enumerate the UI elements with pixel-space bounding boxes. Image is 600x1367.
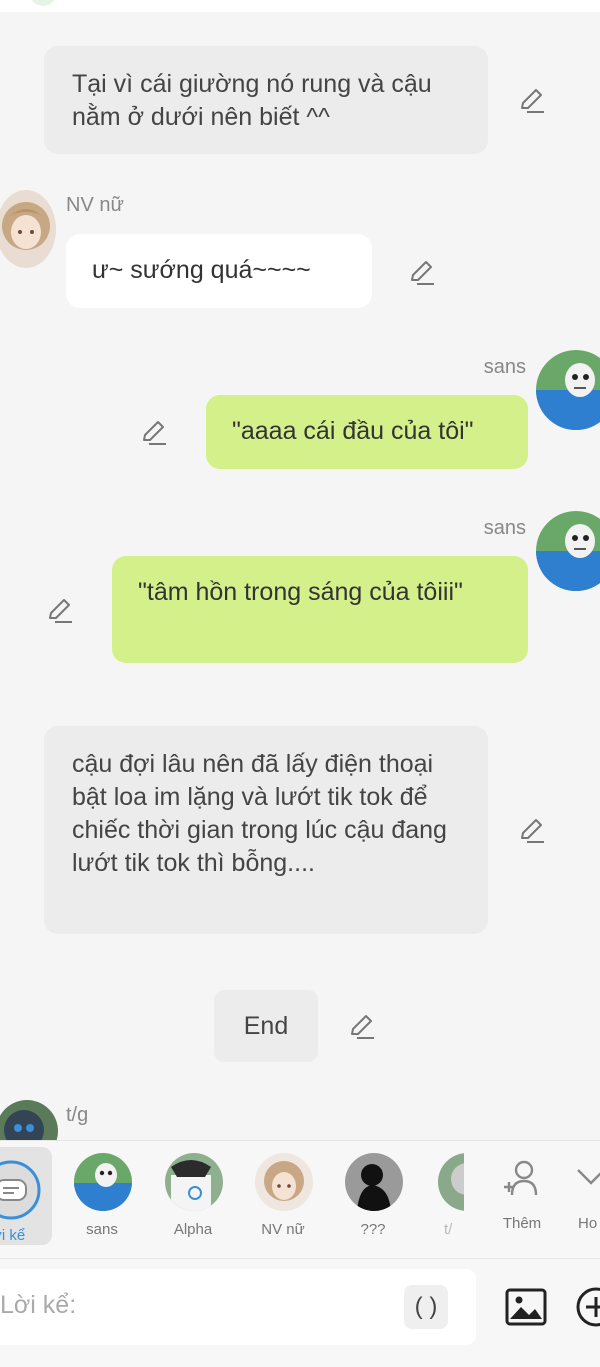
sans-avatar (74, 1153, 132, 1211)
character-bubble[interactable]: "aaaa cái đầu của tôi" (206, 395, 528, 469)
character-unknown[interactable]: ??? (333, 1141, 413, 1259)
character-bubble[interactable]: "tâm hồn trong sáng của tôiii" (112, 556, 528, 663)
character-label: ??? (360, 1221, 386, 1238)
character-label: sans (86, 1221, 118, 1238)
character-name: sans (483, 517, 526, 539)
narration-text: cậu đợi lâu nên đã lấy điện thoại bật lo… (72, 750, 447, 877)
add-person-icon (504, 1160, 538, 1196)
character-bar: ời kể sans Alpha NV nữ (0, 1140, 600, 1259)
add-circle-icon[interactable] (574, 1285, 600, 1329)
sans-avatar[interactable] (536, 511, 600, 591)
nv-nu-avatar[interactable] (0, 190, 56, 268)
edit-icon[interactable] (348, 1012, 376, 1040)
end-text: End (243, 1012, 289, 1040)
character-name: NV nữ (66, 194, 124, 216)
message-text: "aaaa cái đầu của tôi" (232, 417, 474, 445)
character-tg[interactable]: t/ (424, 1141, 464, 1259)
end-marker[interactable]: End (214, 990, 318, 1062)
input-placeholder: Lời kể: (0, 1291, 77, 1319)
character-name: sans (483, 356, 526, 378)
collapse-label: Ho (578, 1215, 598, 1232)
input-bar: Lời kể: ( ) (0, 1258, 600, 1367)
character-sans[interactable]: sans (62, 1141, 142, 1259)
edit-icon[interactable] (46, 596, 74, 624)
edit-icon[interactable] (518, 816, 546, 844)
narrator-icon (0, 1160, 41, 1220)
chevron-down-icon (577, 1169, 600, 1185)
character-label: NV nữ (261, 1221, 305, 1238)
character-bubble[interactable]: ư~ sướng quá~~~~ (66, 234, 372, 308)
parenthesis-button[interactable]: ( ) (404, 1285, 448, 1329)
narration-bubble[interactable]: Tại vì cái giường nó rung và cậu nằm ở d… (44, 46, 488, 154)
character-label: t/ (444, 1221, 453, 1238)
alpha-avatar (165, 1153, 223, 1211)
sans-avatar[interactable] (536, 350, 600, 430)
tg-avatar (438, 1153, 464, 1211)
silhouette-avatar (345, 1153, 403, 1211)
edit-icon[interactable] (408, 258, 436, 286)
narrator-tab[interactable]: ời kể (0, 1147, 52, 1245)
character-label: Alpha (173, 1221, 213, 1238)
more-label: Thêm (502, 1215, 542, 1232)
tg-avatar[interactable] (0, 1100, 58, 1140)
more-characters-button[interactable]: Thêm (482, 1141, 562, 1259)
narration-bubble[interactable]: cậu đợi lâu nên đã lấy điện thoại bật lo… (44, 726, 488, 934)
image-icon[interactable] (504, 1285, 548, 1329)
edit-icon[interactable] (518, 86, 546, 114)
edit-icon[interactable] (140, 418, 168, 446)
message-text: ư~ sướng quá~~~~ (92, 256, 311, 284)
message-text: "tâm hồn trong sáng của tôiii" (138, 578, 463, 606)
chat-area[interactable]: Tại vì cái giường nó rung và cậu nằm ở d… (0, 0, 600, 1140)
collapse-button[interactable]: Ho (560, 1141, 600, 1259)
narration-text: Tại vì cái giường nó rung và cậu nằm ở d… (72, 70, 432, 131)
narrator-label: ời kể (0, 1227, 26, 1244)
character-nv-nu[interactable]: NV nữ (243, 1141, 323, 1259)
character-name: t/g (66, 1104, 89, 1126)
character-alpha[interactable]: Alpha (153, 1141, 233, 1259)
nv-nu-avatar (255, 1153, 313, 1211)
message-input[interactable]: Lời kể: ( ) (0, 1269, 476, 1345)
